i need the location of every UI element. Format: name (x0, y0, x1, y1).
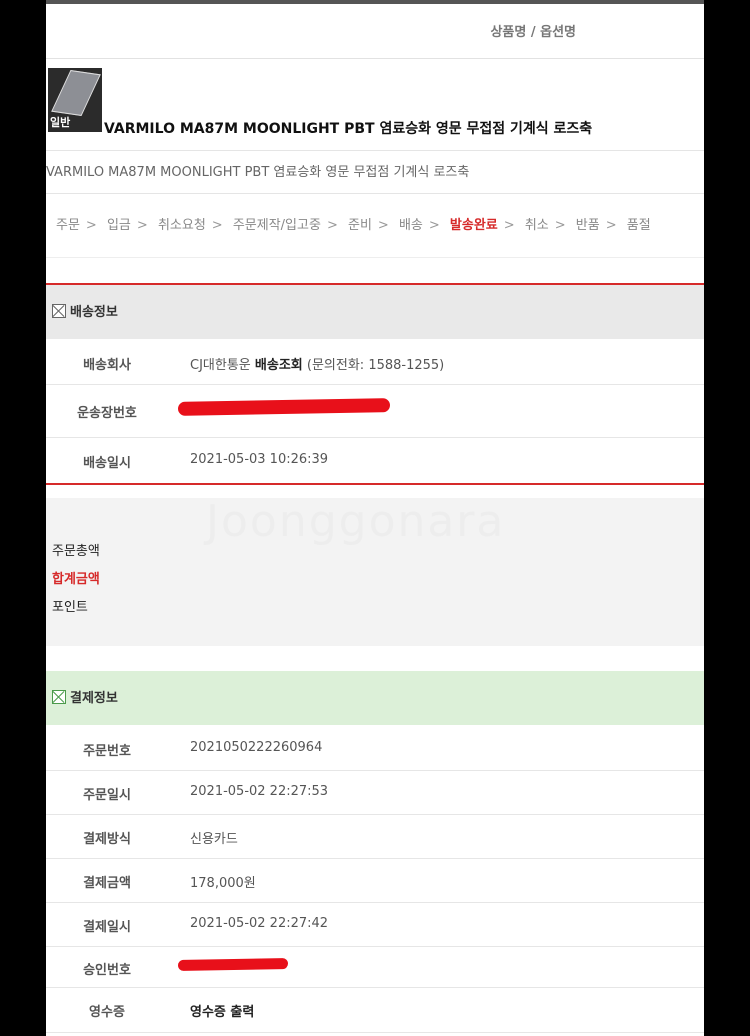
arrow-icon: > (377, 218, 389, 233)
step-item: 취소 (524, 218, 549, 233)
arrow-icon: > (136, 218, 148, 233)
order-status-steps: 주문 > 입금 > 취소요청 > 주문제작/입고중 > 준비 > 배송 > 발송완료 > 취소… (56, 214, 657, 233)
table-header: 상품명 / 옵션명 (46, 4, 704, 59)
payment-section-title: 결제정보 (70, 691, 118, 706)
watermark: Joonggonara (206, 496, 506, 547)
carrier-name: CJ대한통운 (190, 358, 251, 373)
shipping-section-title: 배송정보 (70, 305, 118, 320)
arrow-icon: > (428, 218, 440, 233)
arrow-icon: > (605, 218, 617, 233)
arrow-icon: > (503, 218, 515, 233)
collapse-icon[interactable] (52, 690, 66, 704)
order-detail-page: 상품명 / 옵션명 일반 VARMILO MA87M MOONLIGHT PBT… (46, 0, 704, 1036)
table-row: 결제일시 2021-05-02 22:27:42 (46, 903, 704, 947)
section-bottom-border (46, 483, 704, 485)
product-thumbnail[interactable]: 일반 (48, 68, 102, 132)
payment-date-label: 결제일시 (83, 920, 131, 935)
product-option-header: 상품명 / 옵션명 (490, 25, 576, 40)
divider (46, 257, 704, 258)
step-item: 주문제작/입고중 (232, 218, 321, 233)
order-date-label: 주문일시 (83, 788, 131, 803)
step-item: 배송 (398, 218, 423, 233)
order-number-value: 2021050222260964 (190, 740, 323, 755)
shipping-carrier-row: 배송회사 CJ대한통운 배송조회 (문의전화: 1588-1255) (46, 340, 704, 385)
receipt-print-link[interactable]: 영수증 출력 (190, 1001, 254, 1020)
step-item: 입금 (106, 218, 131, 233)
step-item: 취소요청 (157, 218, 206, 233)
tracking-link[interactable]: 배송조회 (255, 358, 303, 373)
table-row: 결제방식 신용카드 (46, 815, 704, 859)
step-item-active: 발송완료 (449, 218, 498, 233)
shipping-date-row: 배송일시 2021-05-03 10:26:39 (46, 438, 704, 482)
step-item: 품절 (626, 218, 651, 233)
redaction-mark (177, 958, 289, 971)
arrow-icon: > (211, 218, 223, 233)
table-row: 주문번호 2021050222260964 (46, 727, 704, 771)
product-option: VARMILO MA87M MOONLIGHT PBT 염료승화 영문 무접점 … (46, 165, 470, 180)
payment-method-label: 결제방식 (83, 832, 131, 847)
table-row: 승인번호 (46, 947, 704, 988)
step-item: 주문 (56, 218, 80, 233)
payment-date-value: 2021-05-02 22:27:42 (190, 916, 329, 931)
payment-method-value: 신용카드 (190, 832, 238, 847)
divider (46, 150, 704, 151)
step-item: 반품 (575, 218, 600, 233)
shipping-date-label: 배송일시 (83, 456, 131, 471)
keyboard-image-icon (51, 69, 101, 117)
arrow-icon: > (326, 218, 338, 233)
carrier-value: CJ대한통운 배송조회 (문의전화: 1588-1255) (190, 354, 444, 373)
receipt-label: 영수증 (89, 1005, 125, 1020)
table-row: 영수증 영수증 출력 (46, 988, 704, 1033)
collapse-icon[interactable] (52, 304, 66, 318)
step-item: 준비 (347, 218, 372, 233)
carrier-label: 배송회사 (83, 358, 131, 373)
arrow-icon: > (554, 218, 566, 233)
product-badge: 일반 (50, 116, 71, 129)
order-number-label: 주문번호 (83, 744, 131, 759)
shipping-section-header: 배송정보 (46, 285, 704, 339)
product-name[interactable]: VARMILO MA87M MOONLIGHT PBT 염료승화 영문 무접점 … (104, 118, 592, 138)
points-label: 포인트 (52, 600, 88, 615)
payment-amount-label: 결제금액 (83, 876, 131, 891)
approval-number-label: 승인번호 (83, 963, 131, 978)
redaction-mark (177, 398, 391, 416)
payment-section-header: 결제정보 (46, 671, 704, 725)
table-row: 결제금액 178,000원 (46, 859, 704, 903)
divider (46, 193, 704, 194)
invoice-row: 운송장번호 (46, 385, 704, 438)
invoice-label: 운송장번호 (77, 406, 137, 421)
carrier-phone: (문의전화: 1588-1255) (306, 358, 445, 373)
total-order-label: 주문총액 (52, 544, 100, 559)
sum-label: 합계금액 (52, 572, 100, 587)
payment-amount-value: 178,000원 (190, 876, 256, 891)
shipping-date-value: 2021-05-03 10:26:39 (190, 452, 329, 467)
arrow-icon: > (85, 218, 97, 233)
order-date-value: 2021-05-02 22:27:53 (190, 784, 329, 799)
table-row: 주문일시 2021-05-02 22:27:53 (46, 771, 704, 815)
